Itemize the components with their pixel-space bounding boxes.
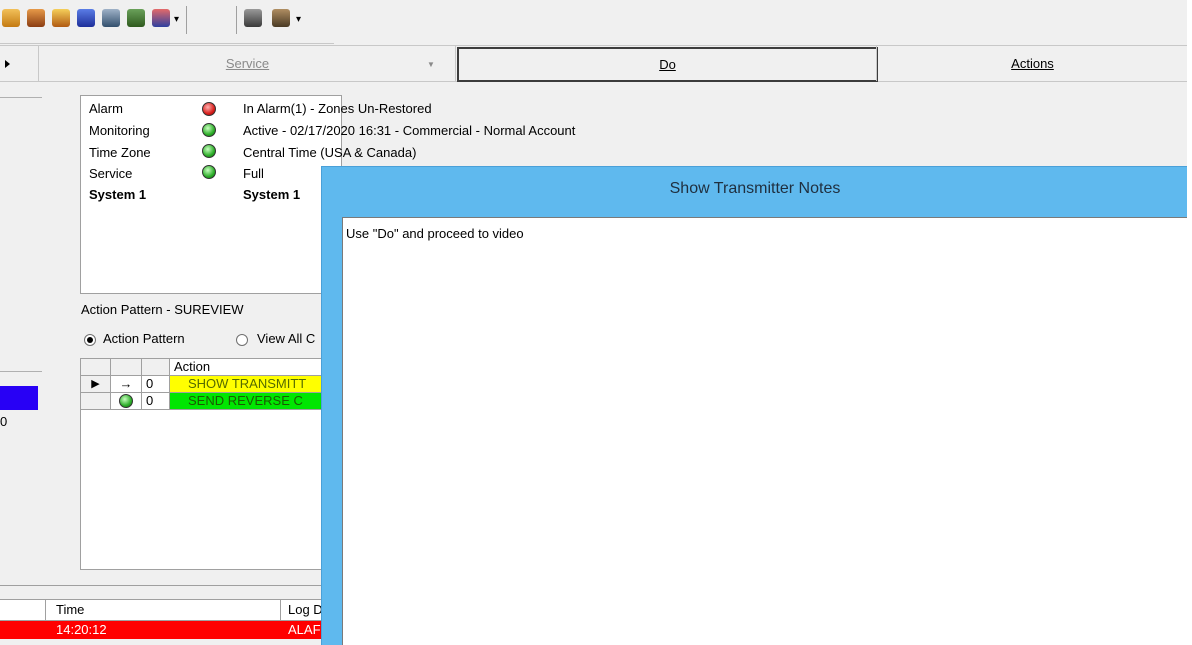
current-row-indicator-icon[interactable]: ▶ [81,376,111,393]
grid-header-action[interactable]: Action [170,359,341,376]
action-count: 0 [142,393,170,410]
timezone-indicator-icon [202,144,216,158]
status-label-service: Service [89,166,133,181]
status-label-system: System 1 [89,187,147,202]
book-pages-icon[interactable] [272,9,290,27]
action-pattern-radio-label[interactable]: Action Pattern [103,331,185,346]
log-type: ALAF [288,622,321,637]
action-menubar: Service Do Actions [0,45,1187,82]
grid-header-cell [142,359,170,376]
log-time: 14:20:12 [56,622,107,637]
service-label: Service [225,56,270,71]
do-label: Do [659,57,676,72]
house-icon[interactable] [2,9,20,27]
status-value-monitoring: Active - 02/17/2020 16:31 - Commercial -… [243,123,576,138]
action-row-send-reverse[interactable]: SEND REVERSE C [170,393,341,410]
arrow-right-icon: → [111,376,142,393]
scroll-left-button[interactable] [2,46,39,81]
toolbar-separator [186,6,187,34]
view-all-radio-label[interactable]: View All C [257,331,315,346]
alarm-indicator-icon [202,102,216,116]
dialog-title: Show Transmitter Notes [669,180,841,197]
status-value-alarm: In Alarm(1) - Zones Un-Restored [243,101,432,116]
log-col-time[interactable]: Time [56,602,84,617]
service-indicator-icon [202,165,216,179]
action-grid: Action ▶ → 0 SHOW TRANSMITT 0 SEND REVER… [80,358,342,570]
left-value: 0 [0,414,8,429]
app-window: ▾ ▾ Service Do Actions ▼ 0 Alarm In Alar… [0,0,1192,645]
divider [0,97,42,98]
chevron-down-icon[interactable]: ▾ [174,14,179,25]
log-col-log[interactable]: Log D [288,602,323,617]
status-value-system: System 1 [243,187,301,202]
status-value-service: Full [243,166,264,181]
status-value-timezone: Central Time (USA & Canada) [243,145,417,160]
do-button[interactable]: Do [457,47,878,82]
notes-textarea[interactable]: Use "Do" and proceed to video [342,217,1190,645]
status-color-block [0,386,38,410]
divider [0,371,42,372]
action-row-show-transmitter[interactable]: SHOW TRANSMITT [170,376,341,393]
status-label-timezone: Time Zone [89,145,151,160]
book-icon[interactable] [244,9,262,27]
monitoring-indicator-icon [202,123,216,137]
floppy-icon[interactable] [102,9,120,27]
view-all-radio[interactable] [236,334,248,346]
heart-icon[interactable] [152,9,170,27]
service-menu[interactable]: Service [40,46,456,81]
badge-icon[interactable] [77,9,95,27]
log-row-alarm[interactable]: 14:20:12 ALAF [0,621,330,639]
actions-label: Actions [1011,56,1054,71]
chevron-down-icon[interactable]: ▾ [296,14,301,25]
action-count: 0 [142,376,170,393]
note-text: Use "Do" and proceed to video [346,226,524,241]
action-pattern-radio[interactable] [84,334,96,346]
done-indicator-icon [119,394,133,408]
account-status-panel: Alarm In Alarm(1) - Zones Un-Restored Mo… [80,95,575,294]
divider [0,585,330,586]
arrow-right-icon [5,60,10,68]
transmitter-notes-dialog: Show Transmitter Notes Use "Do" and proc… [321,166,1190,645]
person-icon[interactable] [27,9,45,27]
row-selector[interactable] [81,393,111,410]
status-cell [111,393,142,410]
house-person-icon[interactable] [52,9,70,27]
guard-icon[interactable] [127,9,145,27]
toolbar: ▾ ▾ [0,0,334,44]
action-pattern-title: Action Pattern - SUREVIEW [81,302,244,317]
actions-menu[interactable]: Actions [876,46,1188,81]
chevron-down-icon[interactable]: ▼ [427,60,435,69]
grid-header-cell [81,359,111,376]
status-label-alarm: Alarm [89,101,123,116]
status-label-monitoring: Monitoring [89,123,150,138]
toolbar-separator [236,6,237,34]
window-edge [1187,0,1192,645]
grid-header-cell [111,359,142,376]
